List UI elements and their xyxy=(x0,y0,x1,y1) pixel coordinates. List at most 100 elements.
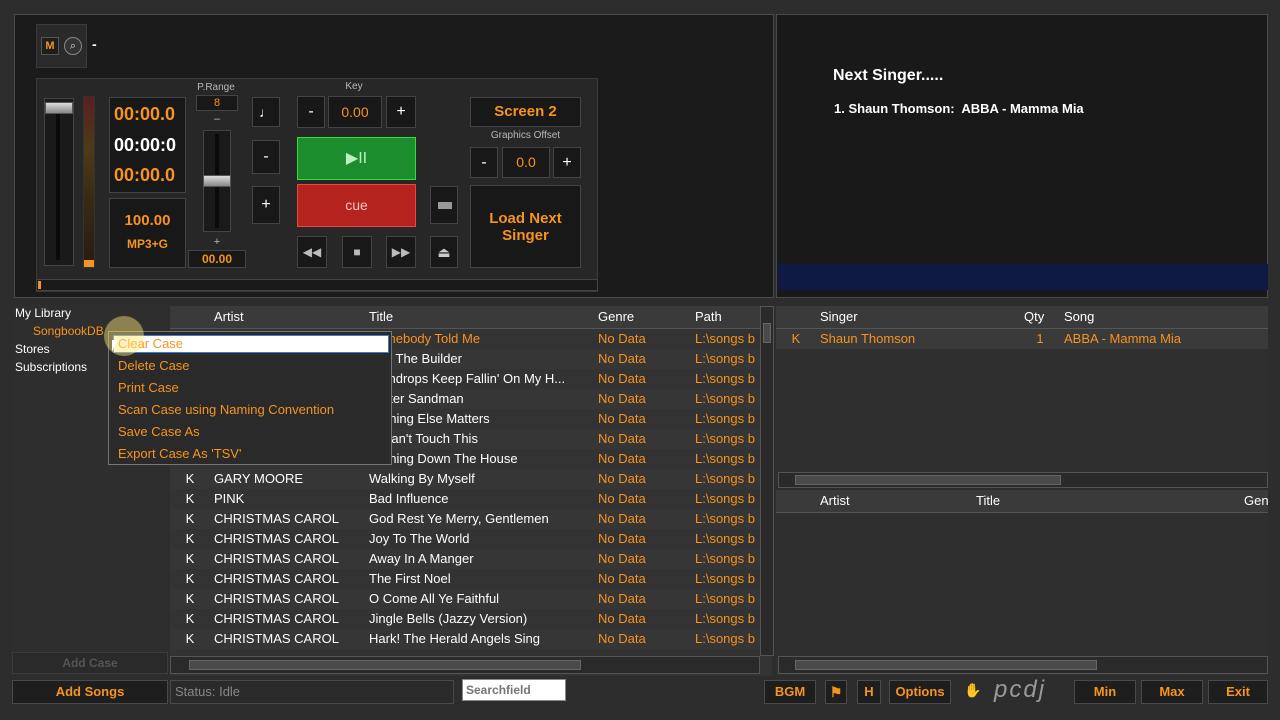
song-row[interactable]: K CHRISTMAS CAROL The First Noel No Data L:\… xyxy=(170,569,772,589)
graphics-offset-minus[interactable]: - xyxy=(470,147,498,178)
play-pause-button[interactable]: ▶II xyxy=(297,137,416,180)
song-row[interactable]: K CHRISTMAS CAROL Jingle Bells (Jazzy Vers… xyxy=(170,609,772,629)
song-cell-type: K xyxy=(185,471,195,486)
key-minus-button[interactable]: - xyxy=(297,96,325,128)
song-cell-title: The First Noel xyxy=(369,571,451,586)
song-cell-genre: No Data xyxy=(598,531,646,546)
song-cell-title: Bad Influence xyxy=(369,491,449,506)
queue-horizontal-scrollbar[interactable] xyxy=(778,472,1268,488)
library-item-stores[interactable]: Stores xyxy=(15,342,50,356)
remaining-time: 00:00:0 xyxy=(114,135,177,155)
bgm-button[interactable]: BGM xyxy=(764,680,816,704)
queue-col-qty[interactable]: Qty xyxy=(1020,306,1060,328)
cue-button[interactable]: cue xyxy=(297,184,416,227)
history-col-artist[interactable]: Artist xyxy=(816,490,972,512)
hand-icon[interactable]: ✋ xyxy=(963,682,983,702)
song-cell-title: God Rest Ye Merry, Gentlemen xyxy=(369,511,549,526)
load-next-singer-button[interactable]: Load Next Singer xyxy=(470,185,581,268)
queue-row[interactable]: K Shaun Thomson 1 ABBA - Mamma Mia xyxy=(776,329,1268,349)
tempo-plus-button[interactable]: + xyxy=(252,186,280,224)
song-cell-artist: GARY MOORE xyxy=(214,471,304,486)
song-row[interactable]: K GARY MOORE Walking By Myself No Data L:\so… xyxy=(170,469,772,489)
fast-forward-button[interactable]: ▶▶ xyxy=(386,236,416,268)
menu-item-scan-case[interactable]: Scan Case using Naming Convention xyxy=(118,402,334,417)
queue-hscroll-thumb[interactable] xyxy=(795,475,1061,485)
history-hscroll-thumb[interactable] xyxy=(795,660,1097,670)
menu-item-delete-case[interactable]: Delete Case xyxy=(118,358,190,373)
screen-2-button[interactable]: Screen 2 xyxy=(470,97,581,127)
queue-col-type[interactable] xyxy=(776,306,816,328)
pitch-fader-handle[interactable] xyxy=(203,175,231,187)
song-cell-genre: No Data xyxy=(598,571,646,586)
h-button[interactable]: H xyxy=(857,680,881,704)
col-header-type[interactable] xyxy=(170,306,210,328)
tempo-minus-button[interactable]: - xyxy=(252,140,280,174)
library-item-my-library[interactable]: My Library xyxy=(15,306,71,320)
history-col-title[interactable]: Title xyxy=(972,490,1240,512)
song-row[interactable]: K CHRISTMAS CAROL Joy To The World No Data L… xyxy=(170,529,772,549)
key-plus-button[interactable]: + xyxy=(386,96,416,128)
song-cell-genre: No Data xyxy=(598,511,646,526)
history-col-genre[interactable]: Gen xyxy=(1240,490,1268,512)
song-row[interactable]: K PINK Bad Influence No Data L:\songs b xyxy=(170,489,772,509)
rewind-button[interactable]: ◀◀ xyxy=(297,236,327,268)
song-cell-type: K xyxy=(185,531,195,546)
m-button[interactable]: M xyxy=(41,37,59,55)
songs-vscroll-thumb[interactable] xyxy=(763,323,771,343)
menu-item-export-case-tsv[interactable]: Export Case As 'TSV' xyxy=(118,446,241,461)
next-singer-panel xyxy=(776,14,1268,298)
col-header-genre[interactable]: Genre xyxy=(594,306,691,328)
singer-icon-button[interactable]: ⚑ xyxy=(825,680,847,704)
song-cell-genre: No Data xyxy=(598,391,646,406)
volume-fader-handle[interactable] xyxy=(45,102,73,114)
song-cell-title: Away In A Manger xyxy=(369,551,474,566)
context-menu: Clear Case Delete Case Print Case Scan C… xyxy=(108,331,392,465)
queue-col-song[interactable]: Song xyxy=(1060,306,1260,328)
queue-cell-type: K xyxy=(791,331,801,346)
minimize-button[interactable]: Min xyxy=(1074,680,1136,704)
song-cell-artist: CHRISTMAS CAROL xyxy=(214,511,339,526)
maximize-button[interactable]: Max xyxy=(1141,680,1203,704)
track-progress-bar[interactable] xyxy=(36,279,598,291)
song-cell-title: Burning Down The House xyxy=(369,451,518,466)
history-horizontal-scrollbar[interactable] xyxy=(778,656,1268,674)
song-row[interactable]: K CHRISTMAS CAROL Away In A Manger No Data L… xyxy=(170,549,772,569)
songs-hscroll-thumb[interactable] xyxy=(189,660,581,670)
key-value: 0.00 xyxy=(328,96,382,128)
library-item-songbookdb[interactable]: SongbookDB xyxy=(33,324,104,338)
add-case-button[interactable]: Add Case xyxy=(12,652,168,674)
menu-item-save-case-as[interactable]: Save Case As xyxy=(118,424,200,439)
col-header-title[interactable]: Title xyxy=(365,306,594,328)
stop-button[interactable]: ■ xyxy=(342,236,372,268)
song-row[interactable]: K CHRISTMAS CAROL God Rest Ye Merry, Gentl… xyxy=(170,509,772,529)
exit-button[interactable]: Exit xyxy=(1208,680,1268,704)
mouse-cursor-icon xyxy=(112,340,118,352)
pitch-range-value[interactable]: 8 xyxy=(196,95,238,111)
song-cell-title: Mister Sandman xyxy=(369,391,464,406)
history-col-type[interactable] xyxy=(776,490,816,512)
pitch-range-label: P.Range xyxy=(197,82,235,93)
song-cell-genre: No Data xyxy=(598,631,646,646)
song-cell-type: K xyxy=(185,591,195,606)
add-songs-button[interactable]: Add Songs xyxy=(12,680,168,704)
options-button[interactable]: Options xyxy=(889,680,951,704)
toggle-icon[interactable] xyxy=(430,186,458,224)
search-input[interactable] xyxy=(462,679,566,701)
songs-horizontal-scrollbar[interactable] xyxy=(170,656,760,674)
library-item-subscriptions[interactable]: Subscriptions xyxy=(15,360,87,374)
graphics-offset-plus[interactable]: + xyxy=(553,147,581,178)
pitch-plus-mark: + xyxy=(213,236,221,248)
menu-item-print-case[interactable]: Print Case xyxy=(118,380,179,395)
eject-button[interactable]: ⏏ xyxy=(430,236,458,268)
song-cell-title: Jingle Bells (Jazzy Version) xyxy=(369,611,528,626)
song-row[interactable]: K CHRISTMAS CAROL Hark! The Herald Angels … xyxy=(170,629,772,649)
magnifier-icon[interactable]: ⌕ xyxy=(64,37,82,55)
song-row[interactable]: K CHRISTMAS CAROL O Come All Ye Faithful No… xyxy=(170,589,772,609)
songs-vertical-scrollbar[interactable] xyxy=(760,306,774,656)
queue-col-singer[interactable]: Singer xyxy=(816,306,1020,328)
music-note-icon[interactable]: ♩ xyxy=(252,97,280,127)
song-cell-artist: CHRISTMAS CAROL xyxy=(214,531,339,546)
song-cell-genre: No Data xyxy=(598,551,646,566)
song-cell-title: Nothing Else Matters xyxy=(369,411,490,426)
col-header-artist[interactable]: Artist xyxy=(210,306,365,328)
